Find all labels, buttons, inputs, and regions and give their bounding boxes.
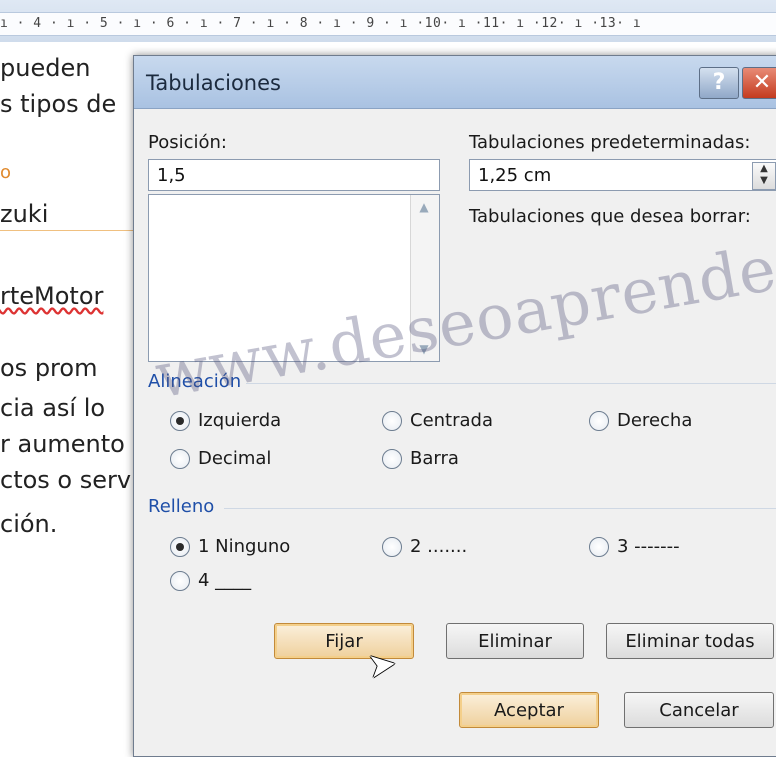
doc-line: pueden bbox=[0, 54, 91, 82]
list-scrollbar[interactable]: ▲ ▼ bbox=[410, 195, 439, 361]
radio-label: Izquierda bbox=[198, 410, 282, 431]
help-button[interactable]: ? bbox=[699, 67, 739, 99]
dialog-title: Tabulaciones bbox=[146, 71, 281, 95]
horizontal-ruler[interactable]: ı · 4 · ı · 5 · ı · 6 · ı · 7 · ı · 8 · … bbox=[0, 0, 776, 43]
radio-label: 2 ....... bbox=[410, 536, 468, 557]
group-divider bbox=[246, 383, 776, 384]
ruler-ticks: ı · 4 · ı · 5 · ı · 6 · ı · 7 · ı · 8 · … bbox=[0, 12, 776, 36]
doc-line: ctos o serv bbox=[0, 466, 132, 494]
radio-leader-2[interactable]: 2 ....... bbox=[382, 536, 467, 557]
radio-label: Derecha bbox=[617, 410, 693, 431]
leader-group-label: Relleno bbox=[148, 496, 215, 517]
radio-label: Barra bbox=[410, 448, 459, 469]
doc-line: cia así lo bbox=[0, 394, 106, 422]
radio-label: 4 ____ bbox=[198, 570, 252, 591]
radio-icon bbox=[382, 536, 402, 557]
radio-icon bbox=[382, 448, 402, 469]
radio-barra[interactable]: Barra bbox=[382, 448, 459, 469]
doc-line: zuki bbox=[0, 200, 49, 228]
doc-line: ción. bbox=[0, 510, 58, 538]
dialog-titlebar[interactable]: Tabulaciones ? ✕ bbox=[134, 56, 776, 109]
position-input[interactable]: 1,5 bbox=[148, 159, 440, 191]
alignment-group-label: Alineación bbox=[148, 371, 242, 392]
position-label: Posición: bbox=[148, 132, 227, 153]
radio-label: 3 ------- bbox=[617, 536, 680, 557]
radio-selected-icon bbox=[170, 536, 190, 557]
ok-button[interactable]: Aceptar bbox=[459, 692, 599, 728]
radio-label: 1 Ninguno bbox=[198, 536, 291, 557]
spinner-icon[interactable]: ▲ ▼ bbox=[752, 162, 776, 190]
doc-line: rteMotor bbox=[0, 282, 104, 310]
tabs-to-clear-label: Tabulaciones que desea borrar: bbox=[469, 206, 751, 227]
radio-icon bbox=[382, 410, 402, 431]
tab-stops-list[interactable]: ▲ ▼ bbox=[148, 194, 440, 362]
radio-izquierda[interactable]: Izquierda bbox=[170, 410, 281, 431]
radio-leader-4[interactable]: 4 ____ bbox=[170, 570, 251, 591]
radio-leader-1[interactable]: 1 Ninguno bbox=[170, 536, 290, 557]
radio-leader-3[interactable]: 3 ------- bbox=[589, 536, 680, 557]
cancel-button[interactable]: Cancelar bbox=[624, 692, 774, 728]
doc-line: s tipos de bbox=[0, 90, 117, 118]
radio-selected-icon bbox=[170, 410, 190, 431]
radio-icon bbox=[170, 570, 190, 591]
clear-button[interactable]: Eliminar bbox=[446, 623, 584, 659]
default-tabs-value: 1,25 cm bbox=[478, 165, 552, 186]
clear-all-button[interactable]: Eliminar todas bbox=[606, 623, 774, 659]
radio-label: Centrada bbox=[410, 410, 493, 431]
scroll-down-icon[interactable]: ▼ bbox=[416, 343, 432, 355]
mouse-cursor-icon: ➤ bbox=[365, 643, 400, 687]
radio-centrada[interactable]: Centrada bbox=[382, 410, 493, 431]
radio-label: Decimal bbox=[198, 448, 272, 469]
doc-line: o bbox=[0, 162, 12, 183]
doc-line: r aumento bbox=[0, 430, 125, 458]
group-divider bbox=[224, 508, 776, 509]
close-button[interactable]: ✕ bbox=[742, 67, 776, 99]
default-tabs-label: Tabulaciones predeterminadas: bbox=[469, 132, 751, 153]
default-tabs-input[interactable]: 1,25 cm ▲ ▼ bbox=[469, 159, 776, 191]
scroll-up-icon[interactable]: ▲ bbox=[416, 201, 432, 213]
radio-derecha[interactable]: Derecha bbox=[589, 410, 692, 431]
divider bbox=[0, 230, 140, 231]
doc-line: os prom bbox=[0, 354, 98, 382]
radio-decimal[interactable]: Decimal bbox=[170, 448, 271, 469]
radio-icon bbox=[589, 410, 609, 431]
tabs-dialog: Tabulaciones ? ✕ Posición: 1,5 ▲ ▼ Tabul… bbox=[133, 55, 776, 757]
radio-icon bbox=[170, 448, 190, 469]
radio-icon bbox=[589, 536, 609, 557]
